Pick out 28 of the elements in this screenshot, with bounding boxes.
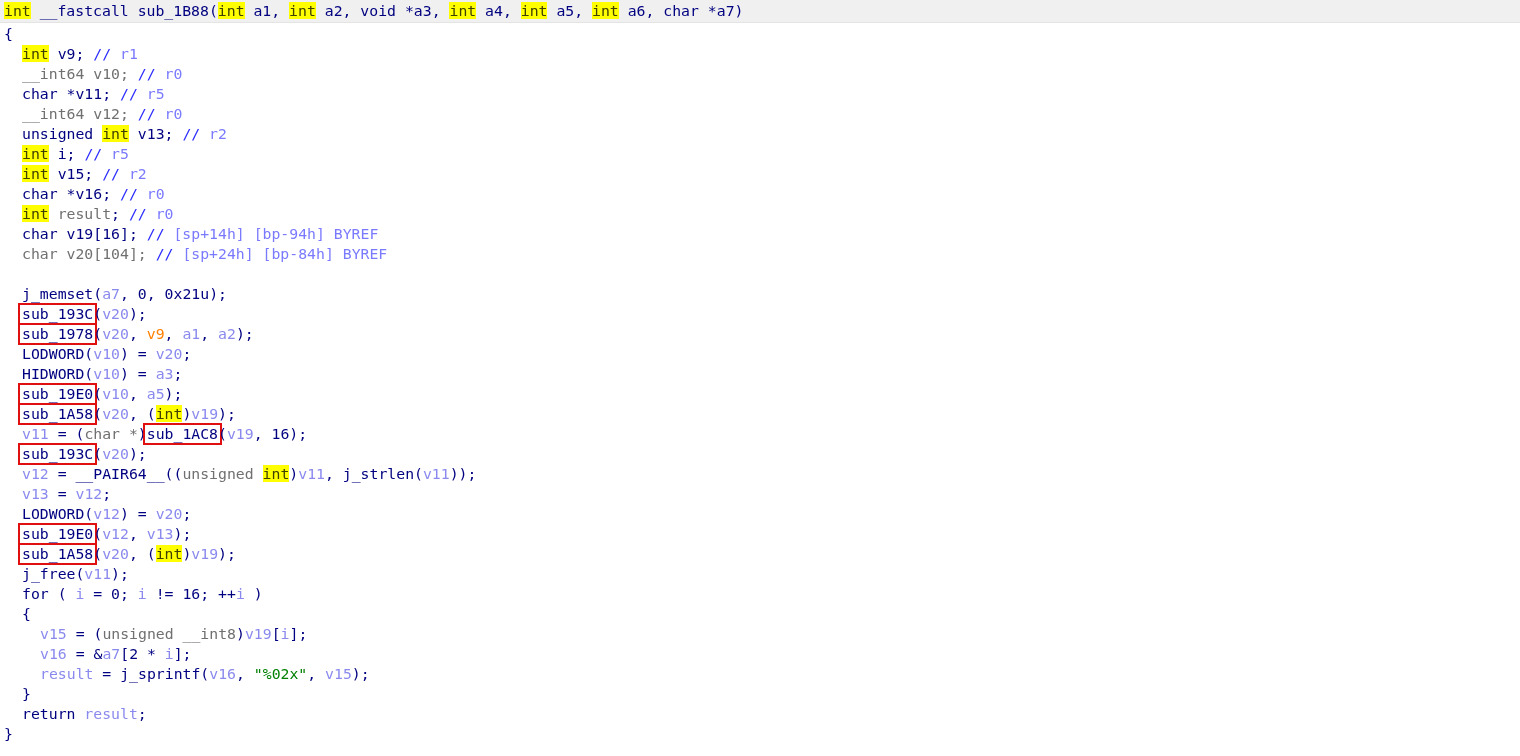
code-line: LODWORD(v12) = v20; [21,504,192,524]
code-line: { [3,24,13,44]
code-line: LODWORD(v10) = v20; [21,344,192,364]
code-line: char v19[16]; // [sp+14h] [bp-94h] BYREF [21,224,379,244]
code-line: __int64 v12; // r0 [21,104,183,124]
code-line: unsigned int v13; // r2 [21,124,227,144]
code-line: j_memset(a7, 0, 0x21u); [21,284,227,304]
code-line: result = j_sprintf(v16, "%02x", v15); [39,664,370,684]
code-line: v16 = &a7[2 * i]; [39,644,192,664]
code-line: v12 = __PAIR64__((unsigned int)v11, j_strlen(v11)); [21,464,477,484]
code-line: HIDWORD(v10) = a3; [21,364,183,384]
code-line: int i; // r5 [21,144,129,164]
code-line: for ( i = 0; i != 16; ++i ) [21,584,263,604]
code-line: } [21,684,31,704]
code-line: __int64 v10; // r0 [21,64,183,84]
code-line: int v15; // r2 [21,164,147,184]
code-line: char v20[104]; // [sp+24h] [bp-84h] BYREF [21,244,388,264]
code-line: char *v16; // r0 [21,184,165,204]
code-line: int result; // r0 [21,204,174,224]
code-line: { [21,604,31,624]
code-line: return result; [21,704,147,724]
code-line: } [3,724,13,744]
code-line: char *v11; // r5 [21,84,165,104]
code-line: int v9; // r1 [21,44,138,64]
code-line: j_free(v11); [21,564,129,584]
function-signature: int __fastcall sub_1B88(int a1, int a2, void *a3, int a4, int a5, int a6, char *a7) [0,0,1520,23]
code-line: v15 = (unsigned __int8)v19[i]; [39,624,308,644]
code-line: v13 = v12; [21,484,112,504]
